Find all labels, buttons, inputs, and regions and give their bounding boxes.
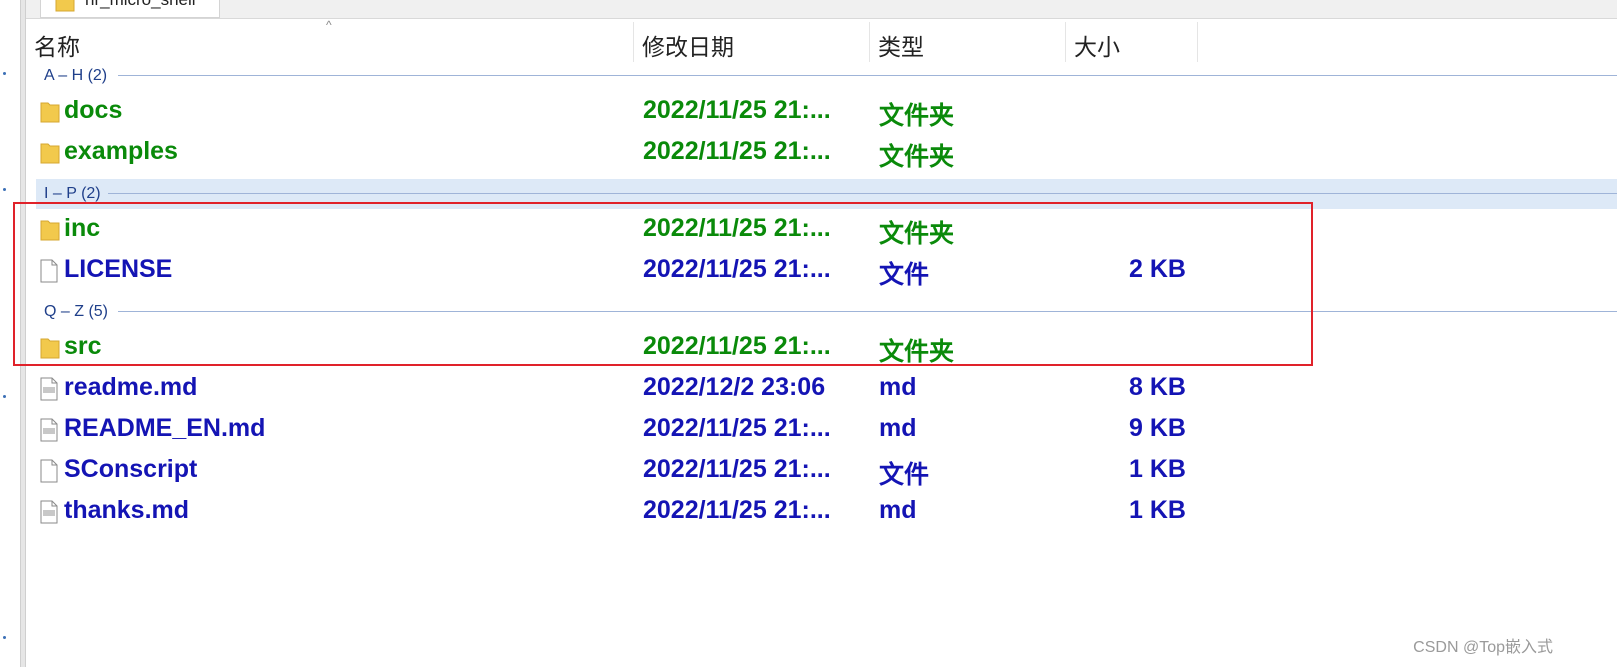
watermark: CSDN @Top嵌入式	[1413, 639, 1553, 656]
file-date: 2022/11/25 21:...	[643, 496, 831, 524]
file-name: examples	[64, 137, 178, 165]
column-header-date-modified[interactable]: 修改日期	[634, 22, 870, 62]
tab-strip: nr_micro_shell	[26, 0, 1617, 19]
file-size: 1 KB	[1129, 455, 1186, 483]
annotation-highlight-box	[13, 202, 1313, 366]
nav-bullet	[3, 188, 6, 191]
tab-nr-micro-shell[interactable]: nr_micro_shell	[40, 0, 220, 18]
group-divider	[108, 193, 1617, 194]
file-name: README_EN.md	[64, 414, 266, 442]
file-size: 9 KB	[1129, 414, 1186, 442]
file-name: docs	[64, 96, 123, 124]
file-size: 1 KB	[1129, 496, 1186, 524]
file-date: 2022/11/25 21:...	[643, 455, 831, 483]
folder-icon	[40, 100, 60, 129]
nav-bullet	[3, 72, 6, 75]
column-header-label: 名称	[34, 34, 80, 60]
nav-bullet	[3, 636, 6, 639]
file-name: thanks.md	[64, 496, 190, 524]
group-label: I – P (2)	[44, 185, 101, 202]
file-date: 2022/11/25 21:...	[643, 414, 831, 442]
group-header-a-h[interactable]: A – H (2)	[36, 61, 1617, 91]
file-row-readme-md[interactable]: readme.md 2022/12/2 23:06 md 8 KB	[36, 369, 1286, 409]
file-type: 文件	[879, 461, 930, 489]
column-header-label: 修改日期	[642, 34, 734, 60]
markdown-file-icon	[40, 377, 58, 406]
group-divider	[118, 75, 1617, 76]
file-row-thanks-md[interactable]: thanks.md 2022/11/25 21:... md 1 KB	[36, 492, 1286, 532]
column-header-label: 大小	[1074, 34, 1120, 60]
file-type: 文件夹	[879, 102, 955, 130]
file-icon	[40, 459, 58, 488]
file-date: 2022/11/25 21:...	[643, 96, 831, 124]
column-header-type[interactable]: 类型	[870, 22, 1066, 62]
file-type: 文件夹	[879, 143, 955, 171]
file-row-docs[interactable]: docs 2022/11/25 21:... 文件夹	[36, 92, 1286, 132]
file-type: md	[879, 496, 917, 524]
file-name: SConscript	[64, 455, 198, 483]
file-row-sconscript[interactable]: SConscript 2022/11/25 21:... 文件 1 KB	[36, 451, 1286, 491]
file-row-readme-en-md[interactable]: README_EN.md 2022/11/25 21:... md 9 KB	[36, 410, 1286, 450]
nav-bullet	[3, 395, 6, 398]
folder-icon	[40, 141, 60, 170]
sort-ascending-icon: ^	[326, 18, 332, 32]
file-size: 8 KB	[1129, 373, 1186, 401]
file-date: 2022/12/2 23:06	[643, 373, 826, 401]
file-date: 2022/11/25 21:...	[643, 137, 831, 165]
markdown-file-icon	[40, 500, 58, 529]
file-type: md	[879, 414, 917, 442]
file-type: md	[879, 373, 917, 401]
tab-label: nr_micro_shell	[85, 0, 196, 10]
group-label: A – H (2)	[44, 67, 108, 84]
markdown-file-icon	[40, 418, 58, 447]
file-name: readme.md	[64, 373, 198, 401]
column-header-size[interactable]: 大小	[1066, 22, 1198, 62]
column-header-label: 类型	[878, 34, 924, 60]
file-row-examples[interactable]: examples 2022/11/25 21:... 文件夹	[36, 133, 1286, 173]
folder-icon	[55, 0, 75, 17]
